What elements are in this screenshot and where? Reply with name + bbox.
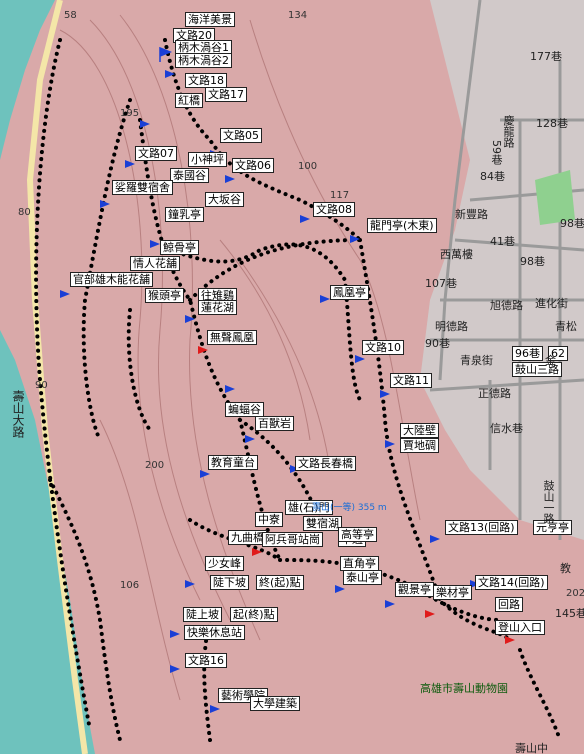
trail-label: 鳳凰亭 [330,285,369,300]
contour-label: 117 [330,190,350,201]
trail-label: 樂材亭 [433,585,472,600]
trail-label: 文路長春橋 [295,456,356,471]
street-label: 信水巷 [490,422,523,435]
trail-label: 情人花舗 [130,256,180,271]
trail-label: 陡下坡 [210,575,249,590]
street-label: 明德路 [435,320,468,333]
street-label: 鼓山一路 [542,480,555,524]
contour-label: 106 [120,580,140,591]
trail-label: 大陸壁 [400,423,439,438]
trail-label: 文路13(回路) [445,520,518,535]
street-label: 41巷 [490,235,515,248]
trail-label: 龍門亭(木東) [367,218,437,233]
trail-label: 柄木渦谷2 [175,53,232,68]
contour-label: 80 [18,207,31,218]
trail-label: 娑羅雙宿舍 [112,180,173,195]
street-label: 145巷 [555,607,584,620]
contour-label: 58 [64,10,77,21]
street-label: 59巷 [490,140,503,165]
trail-label: 阿兵哥站崗 [262,532,323,547]
trail-label: 小神坪 [188,152,227,167]
trail-label: 文路11 [390,373,432,388]
trail-label: 文路16 [185,653,227,668]
street-label: 98巷 [560,217,584,230]
trail-label: 文路07 [135,146,177,161]
street-label: 128巷 [536,117,568,130]
zoo-label: 高雄市壽山動物園 [420,682,508,695]
trail-label: 回路 [495,597,523,612]
trail-label: 中寮 [255,512,283,527]
contour-label: 100 [298,161,318,172]
contour-label: 134 [288,10,308,21]
trail-label: 蓮花湖 [198,300,237,315]
street-label: 177巷 [530,50,562,63]
street-label: 青泉街 [460,354,493,367]
trail-label: 文路06 [232,158,274,173]
trail-label: 陡上坡 [183,607,222,622]
contour-label: 90 [35,380,48,391]
trail-label: 文路10 [362,340,404,355]
trail-label: 賈地碉 [400,438,439,453]
trail-label: 猴頭亭 [145,288,184,303]
contour-label: 195 [120,108,140,119]
street-label: 青松 [555,320,577,333]
trail-label: 直角亭 [340,556,379,571]
trail-label: 鯨骨亭 [160,240,199,255]
street-label: 旭德路 [490,299,523,312]
trail-label: 文路05 [220,128,262,143]
street-label: 新豐路 [455,208,488,221]
trail-label: 鐘乳亭 [165,207,204,222]
trail-label: 起(終)點 [230,607,278,622]
trail-label: 泰國谷 [170,168,209,183]
trail-label: 大坂谷 [205,192,244,207]
street-label: 西萬樓 [440,248,473,261]
trail-label: 雙宿湖 [303,516,342,531]
street-label: 壽山中 [515,742,548,754]
trail-label: 海洋美景 [185,12,235,27]
trail-label: 無聲鳳凰 [207,330,257,345]
street-label: 正德路 [478,387,511,400]
street-label: 98巷 [520,255,545,268]
trail-label: 官部雄木能花舗 [70,272,153,287]
contour-lines [59,14,421,701]
street-label: 進化街 [535,297,568,310]
trail-label: 教育童台 [208,455,258,470]
trail-label: 少女峰 [205,556,244,571]
street-label: 金 [545,354,556,367]
trail-label: 大學建築 [250,696,300,711]
trail-label: 登山入口 [495,620,545,635]
street-label: 84巷 [480,170,505,183]
street-label: 教 [560,562,571,575]
trail-label: 終(起)點 [256,575,304,590]
trail-label: 高等亭 [338,527,377,542]
map-base [0,0,584,754]
street-label: 90巷 [425,337,450,350]
trail-label: 文路18 [185,73,227,88]
sea-area [0,0,55,160]
street-label: 107巷 [425,277,457,290]
trail-label: 百獸岩 [255,416,294,431]
contour-label: 202 [566,588,584,599]
trail-label: 觀景亭 [395,582,434,597]
trail-label: 蝙蝠谷 [225,402,264,417]
hiking-trail-map: 海洋美景 文路20 柄木渦谷1 柄木渦谷2 文路18 文路17 紅橋 文路05 … [0,0,584,754]
trail-label: 泰山亭 [343,570,382,585]
trail-label: 紅橋 [175,93,203,108]
trail-label: 文路17 [205,87,247,102]
trail-label: 文路14(回路) [475,575,548,590]
trail-label: 快樂休息站 [184,625,245,640]
peak-label: 壽山(一等) 355 m [312,503,387,513]
road-label: 壽山大路 [11,390,25,438]
trail-label: 文路08 [313,202,355,217]
street-label: 96巷 [512,346,543,361]
contour-label: 200 [145,460,165,471]
